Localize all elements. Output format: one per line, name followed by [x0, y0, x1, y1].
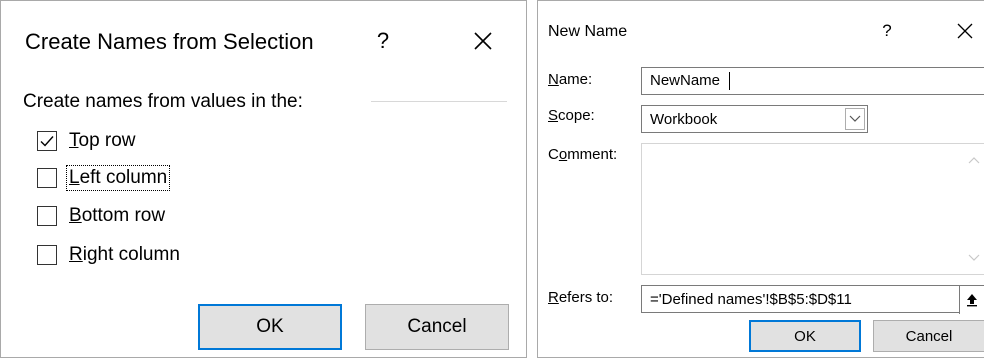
- name-label: Name:: [548, 71, 593, 88]
- bottom-row-checkbox[interactable]: [37, 206, 57, 226]
- cancel-button[interactable]: Cancel: [873, 320, 984, 352]
- scope-dropdown-button[interactable]: [845, 108, 865, 130]
- dialog-gap: [527, 0, 537, 358]
- create-names-dialog: Create Names from Selection ? Create nam…: [0, 0, 527, 358]
- close-button[interactable]: [953, 19, 977, 43]
- name-value: NewName: [650, 72, 721, 89]
- dialog-title: New Name: [548, 23, 628, 40]
- option-top-row[interactable]: Top row: [37, 126, 138, 156]
- bottom-row-label: Bottom row: [69, 205, 166, 226]
- option-bottom-row[interactable]: Bottom row: [37, 201, 167, 231]
- text-caret: [729, 72, 730, 90]
- top-row-checkbox[interactable]: [37, 131, 57, 151]
- chevron-up-icon: [968, 157, 980, 164]
- refers-to-field[interactable]: ='Defined names'!$B$5:$D$11: [641, 285, 984, 314]
- section-divider: [371, 101, 507, 102]
- refers-to-value: ='Defined names'!$B$5:$D$11: [650, 291, 852, 308]
- right-column-label: Right column: [69, 244, 180, 265]
- scope-value: Workbook: [650, 111, 718, 128]
- top-row-label: Top row: [69, 130, 136, 151]
- left-column-label: Left column: [65, 165, 171, 191]
- dialog-title: Create Names from Selection: [25, 29, 314, 54]
- help-button[interactable]: ?: [369, 23, 397, 59]
- chevron-down-icon: [849, 115, 861, 122]
- refers-to-label: Refers to:: [548, 289, 614, 306]
- checkmark-icon: [40, 136, 54, 147]
- new-name-dialog: New Name ? Name: NewName Scope: Workbook…: [537, 0, 984, 358]
- scope-dropdown[interactable]: Workbook: [641, 105, 868, 133]
- right-column-checkbox[interactable]: [37, 245, 57, 265]
- help-button[interactable]: ?: [877, 17, 897, 45]
- name-field[interactable]: NewName: [641, 67, 984, 95]
- scroll-up-button[interactable]: [964, 150, 984, 170]
- chevron-down-icon: [968, 254, 980, 261]
- left-column-checkbox[interactable]: [37, 168, 57, 188]
- comment-textarea[interactable]: [641, 143, 984, 275]
- collapse-dialog-icon: [967, 294, 977, 307]
- option-left-column[interactable]: Left column: [37, 163, 171, 193]
- scope-label: Scope:: [548, 107, 595, 124]
- scroll-down-button[interactable]: [964, 248, 984, 268]
- option-right-column[interactable]: Right column: [37, 240, 182, 270]
- close-icon: [474, 32, 492, 50]
- close-button[interactable]: [465, 23, 501, 59]
- close-icon: [957, 23, 973, 39]
- section-label: Create names from values in the:: [23, 91, 303, 112]
- collapse-dialog-button[interactable]: [959, 286, 984, 314]
- ok-button[interactable]: OK: [749, 320, 861, 352]
- ok-button[interactable]: OK: [198, 304, 342, 350]
- comment-label: Comment:: [548, 146, 618, 163]
- cancel-button[interactable]: Cancel: [365, 304, 509, 350]
